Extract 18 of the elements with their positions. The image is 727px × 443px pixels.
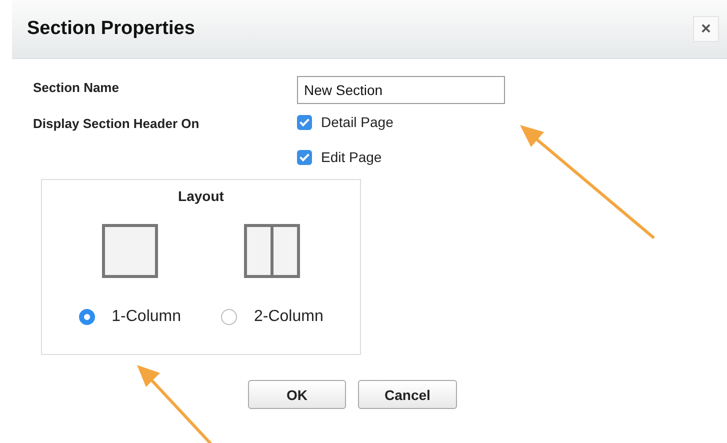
radio-label: 1-Column <box>112 308 181 326</box>
section-name-field[interactable]: New Section <box>297 76 505 104</box>
checkbox-label: Detail Page <box>321 114 394 130</box>
panel-title: Layout <box>178 188 224 204</box>
ok-button[interactable]: OK <box>248 380 346 409</box>
radio-button[interactable] <box>78 309 95 325</box>
field-label: Display Section Header On <box>33 115 200 131</box>
cancel-button[interactable]: Cancel <box>358 380 457 409</box>
checkbox-label: Edit Page <box>321 149 382 165</box>
radio-label: 2-Column <box>254 308 324 326</box>
checkbox[interactable] <box>297 150 312 164</box>
dialog-title: Section Properties <box>27 18 195 40</box>
close-button[interactable]: × <box>693 16 719 42</box>
field-label: Section Name <box>33 79 120 95</box>
two-column-icon <box>244 224 300 278</box>
radio-button[interactable] <box>221 309 237 325</box>
checkbox[interactable] <box>297 114 312 130</box>
single-column-icon <box>102 224 158 278</box>
